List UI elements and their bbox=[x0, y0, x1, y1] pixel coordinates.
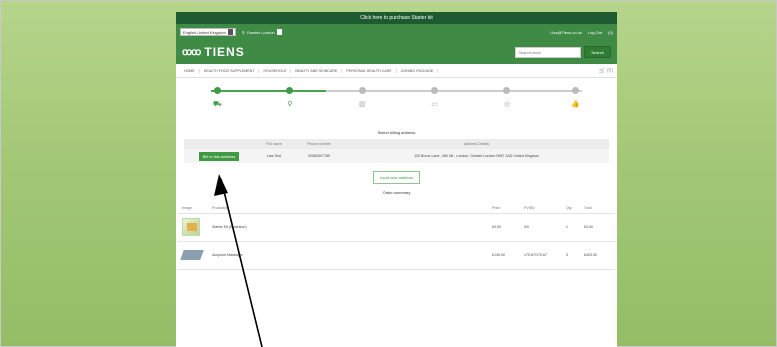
arrow-shaft bbox=[220, 178, 263, 347]
arrow-head-icon bbox=[214, 174, 228, 196]
annotation-arrow bbox=[214, 174, 263, 347]
